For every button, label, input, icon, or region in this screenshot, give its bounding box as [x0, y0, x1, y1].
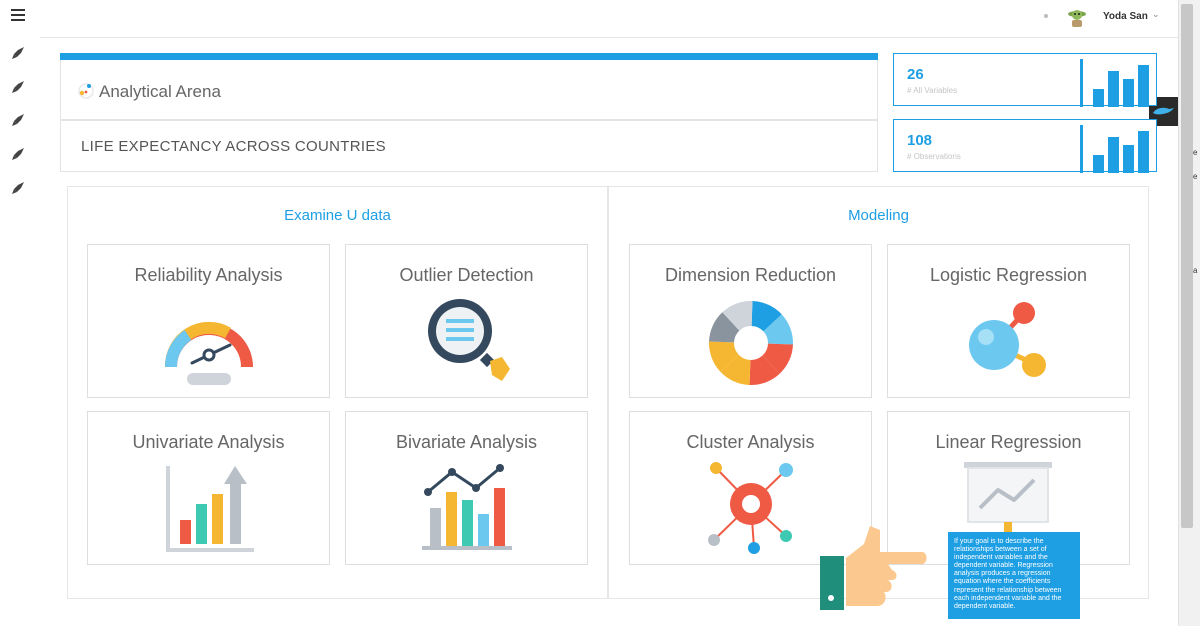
left-sidebar — [0, 0, 40, 626]
mini-bar-chart-icon — [1080, 59, 1149, 107]
pointing-hand-icon — [820, 526, 927, 610]
top-bar: Yoda San ⌄ — [40, 0, 1178, 38]
panel-title: Modeling — [848, 207, 909, 224]
rocket-icon[interactable] — [11, 46, 25, 60]
tile-reliability-analysis[interactable]: Reliability Analysis — [87, 244, 330, 398]
stat-label: # All Variables — [907, 86, 958, 95]
user-avatar[interactable] — [1066, 6, 1088, 28]
tile-label: Univariate Analysis — [132, 432, 285, 452]
tile-outlier-detection[interactable]: Outlier Detection — [345, 244, 588, 398]
molecule-icon — [969, 302, 1046, 377]
edge-glyph: e — [1193, 148, 1198, 157]
app-logo-icon — [78, 83, 94, 99]
rocket-icon[interactable] — [11, 147, 25, 161]
scrollbar-thumb[interactable] — [1181, 4, 1193, 528]
pie-wheel-icon — [709, 301, 793, 385]
tile-label: Linear Regression — [935, 432, 1082, 452]
stat-label: # Observations — [907, 152, 961, 161]
stat-card-variables[interactable]: 26 # All Variables — [893, 53, 1157, 107]
tile-logistic-regression[interactable]: Logistic Regression — [887, 244, 1130, 398]
tile-label: Outlier Detection — [399, 265, 534, 285]
rocket-icon[interactable] — [11, 113, 25, 127]
tile-label: Logistic Regression — [929, 265, 1088, 285]
user-name[interactable]: Yoda San — [1103, 11, 1148, 22]
stat-card-observations[interactable]: 108 # Observations — [893, 119, 1157, 173]
app-name: Analytical Arena — [99, 82, 221, 101]
project-header: Analytical Arena — [60, 60, 878, 120]
mini-bar-chart-icon — [1080, 125, 1149, 173]
stat-value: 108 — [907, 132, 933, 149]
user-menu-caret-icon[interactable]: ⌄ — [1152, 9, 1160, 20]
app-root: Yoda San ⌄ e e a Analytical Arena LIFE E… — [0, 0, 1200, 626]
speedometer-icon — [164, 321, 253, 385]
rocket-icon[interactable] — [11, 80, 25, 94]
tooltip-text: If your goal is to describe the relation… — [954, 538, 1062, 610]
panel-title: Examine U data — [284, 207, 391, 224]
project-accent-bar — [60, 53, 878, 60]
rocket-icon[interactable] — [11, 181, 25, 195]
magnifier-icon — [428, 299, 510, 381]
examine-data-panel: Examine U data Reliability Analysis Outl… — [67, 186, 608, 599]
dataset-title: LIFE EXPECTANCY ACROSS COUNTRIES — [81, 138, 386, 155]
edge-glyph: e — [1193, 172, 1198, 181]
tile-label: Cluster Analysis — [686, 432, 815, 452]
edge-glyph: a — [1193, 266, 1198, 275]
linear-regression-tooltip: If your goal is to describe the relation… — [948, 532, 1080, 619]
stat-value: 26 — [907, 66, 924, 83]
menu-toggle-icon[interactable] — [11, 9, 25, 21]
cluster-icon — [708, 462, 793, 554]
tile-label: Reliability Analysis — [134, 265, 283, 285]
tile-bivariate-analysis[interactable]: Bivariate Analysis — [345, 411, 588, 565]
bar-line-chart-icon — [422, 464, 512, 550]
bar-chart-arrow-icon — [166, 466, 254, 552]
tile-label: Bivariate Analysis — [395, 432, 538, 452]
tile-label: Dimension Reduction — [664, 265, 837, 285]
dataset-title-card: LIFE EXPECTANCY ACROSS COUNTRIES — [60, 120, 878, 172]
notification-dot-icon[interactable] — [1044, 14, 1048, 18]
tile-dimension-reduction[interactable]: Dimension Reduction — [629, 244, 872, 398]
tile-univariate-analysis[interactable]: Univariate Analysis — [87, 411, 330, 565]
